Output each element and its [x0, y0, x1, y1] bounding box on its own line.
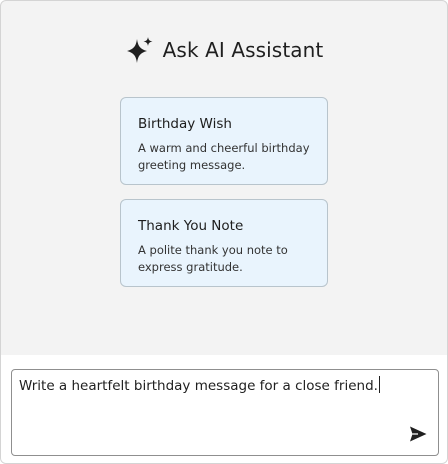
- sparkle-icon: [125, 35, 155, 65]
- prompt-card-birthday-wish[interactable]: Birthday Wish A warm and cheerful birthd…: [120, 97, 328, 185]
- send-icon: [408, 425, 428, 447]
- composer-area: Write a heartfelt birthday message for a…: [1, 355, 447, 463]
- prompt-card-title: Birthday Wish: [138, 116, 232, 132]
- assistant-panel: Ask AI Assistant Birthday Wish A warm an…: [0, 0, 448, 464]
- prompt-card-description: A polite thank you note to express grati…: [138, 243, 288, 274]
- prompt-card-thank-you-note[interactable]: Thank You Note A polite thank you note t…: [120, 199, 328, 287]
- send-button[interactable]: [406, 425, 430, 447]
- header: Ask AI Assistant: [1, 35, 447, 65]
- prompt-input[interactable]: Write a heartfelt birthday message for a…: [11, 369, 439, 456]
- prompt-input-text[interactable]: Write a heartfelt birthday message for a…: [19, 376, 380, 394]
- prompt-input-value: Write a heartfelt birthday message for a…: [19, 378, 378, 394]
- prompt-card-description: A warm and cheerful birthday greeting me…: [138, 141, 310, 172]
- text-caret: [378, 376, 380, 393]
- prompt-card-title: Thank You Note: [138, 218, 244, 234]
- page-title: Ask AI Assistant: [162, 38, 324, 62]
